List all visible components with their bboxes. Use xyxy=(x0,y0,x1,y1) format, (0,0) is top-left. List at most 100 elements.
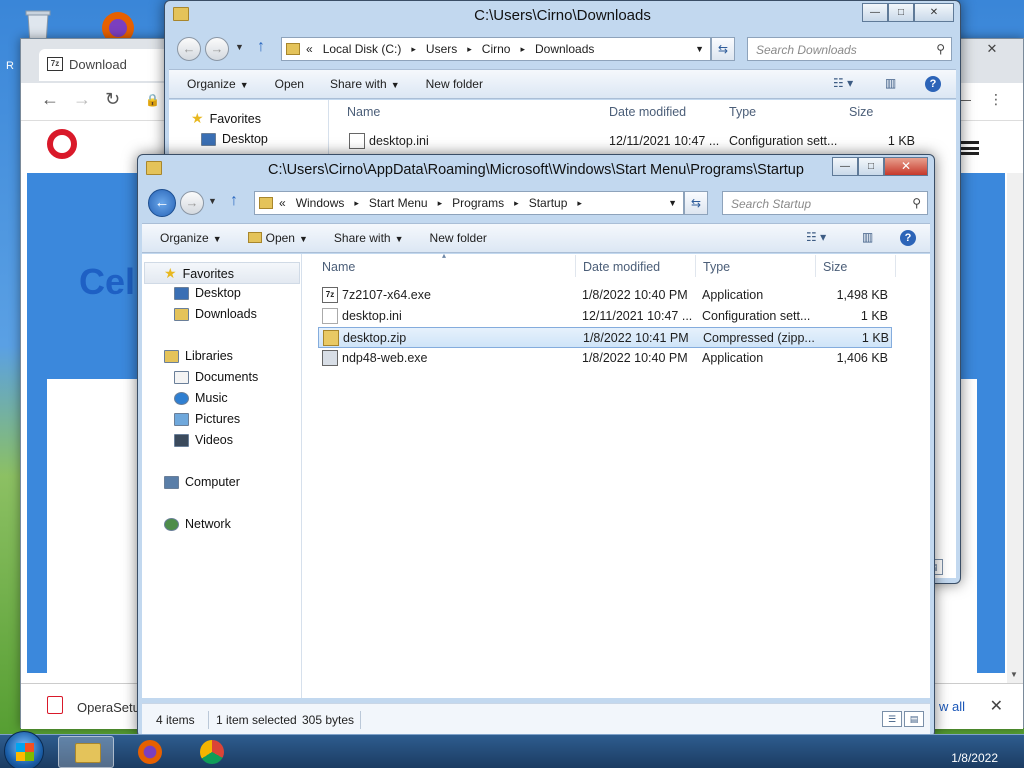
up-one-level-icon[interactable]: ↑ xyxy=(230,192,238,210)
nav-music[interactable]: Music xyxy=(174,391,228,405)
new-folder-button[interactable]: New folder xyxy=(426,77,483,91)
breadcrumb-overflow[interactable]: « xyxy=(306,42,313,56)
nav-network[interactable]: Network xyxy=(164,517,231,531)
breadcrumb-programs[interactable]: Programs xyxy=(452,196,504,210)
change-view-icon[interactable]: ☷ ▾ xyxy=(806,230,826,244)
nav-downloads[interactable]: Downloads xyxy=(174,307,257,321)
browser-tab[interactable]: 7z Download xyxy=(39,49,179,81)
address-bar[interactable]: « Local Disk (C:) ▸ Users ▸ Cirno ▸ Downloa… xyxy=(281,37,711,61)
search-box[interactable]: Search Downloads ⚲ xyxy=(747,37,952,61)
column-divider[interactable] xyxy=(895,255,896,277)
column-header-date[interactable]: Date modified xyxy=(609,105,686,119)
new-folder-button[interactable]: New folder xyxy=(430,231,487,245)
share-with-menu[interactable]: Share with ▼ xyxy=(330,77,400,91)
column-divider[interactable] xyxy=(575,255,576,277)
file-row[interactable]: 7z 7z2107-x64.exe 1/8/2022 10:40 PM Appl… xyxy=(318,285,892,306)
start-button[interactable] xyxy=(4,731,44,768)
hamburger-menu-icon[interactable] xyxy=(961,141,979,155)
pictures-icon xyxy=(174,412,189,426)
taskbar-date[interactable]: 1/8/2022 xyxy=(951,751,998,765)
nav-documents[interactable]: Documents xyxy=(174,370,258,384)
search-icon[interactable]: ⚲ xyxy=(912,196,921,210)
taskbar-firefox[interactable] xyxy=(122,736,178,768)
back-button[interactable]: ← xyxy=(177,37,201,61)
column-divider[interactable] xyxy=(695,255,696,277)
ini-file-icon xyxy=(349,133,365,149)
change-view-icon[interactable]: ☷ ▾ xyxy=(833,76,853,90)
breadcrumb-local-disk[interactable]: Local Disk (C:) xyxy=(323,42,402,56)
breadcrumb-overflow[interactable]: « xyxy=(279,196,286,210)
help-icon[interactable]: ? xyxy=(900,230,916,246)
column-divider[interactable] xyxy=(815,255,816,277)
opera-logo-icon[interactable] xyxy=(47,129,77,159)
search-icon[interactable]: ⚲ xyxy=(936,42,945,56)
up-one-level-icon[interactable]: ↑ xyxy=(257,38,265,56)
browser-scrollbar[interactable]: ▼ xyxy=(1007,173,1023,683)
column-header-name[interactable]: Name xyxy=(322,260,355,274)
forward-button[interactable]: → xyxy=(180,191,204,215)
column-header-type[interactable]: Type xyxy=(729,105,756,119)
breadcrumb-downloads[interactable]: Downloads xyxy=(535,42,594,56)
show-all-downloads-link[interactable]: w all xyxy=(939,699,965,714)
breadcrumb-windows[interactable]: Windows xyxy=(296,196,345,210)
column-header-date[interactable]: Date modified xyxy=(583,260,660,274)
file-row-selected[interactable]: desktop.zip 1/8/2022 10:41 PM Compressed… xyxy=(318,327,892,348)
minimize-button[interactable]: — xyxy=(832,157,858,176)
nav-computer[interactable]: Computer xyxy=(164,475,240,489)
browser-close-icon[interactable]: ✕ xyxy=(977,41,1007,59)
breadcrumb-startup[interactable]: Startup xyxy=(529,196,568,210)
nav-videos[interactable]: Videos xyxy=(174,433,233,447)
menu-dots-icon[interactable]: ⋮ xyxy=(989,91,1003,108)
share-with-menu[interactable]: Share with ▼ xyxy=(334,231,404,245)
organize-menu[interactable]: Organize ▼ xyxy=(160,231,222,245)
preview-pane-icon[interactable]: ▥ xyxy=(885,76,896,90)
nav-favorites[interactable]: ★ Favorites xyxy=(191,110,261,127)
nav-pictures[interactable]: Pictures xyxy=(174,412,240,426)
organize-menu[interactable]: Organize ▼ xyxy=(187,77,249,91)
column-header-size[interactable]: Size xyxy=(849,105,873,119)
address-dropdown-icon[interactable]: ▼ xyxy=(668,198,677,208)
breadcrumb-start-menu[interactable]: Start Menu xyxy=(369,196,428,210)
back-button[interactable]: ← xyxy=(148,189,176,217)
recent-pages-dropdown[interactable]: ▼ xyxy=(235,42,244,52)
breadcrumb-users[interactable]: Users xyxy=(426,42,457,56)
file-row[interactable]: desktop.ini 12/11/2021 10:47 ... Configu… xyxy=(318,306,892,327)
file-row[interactable]: desktop.ini 12/11/2021 10:47 ... Configu… xyxy=(345,131,925,152)
taskbar-chrome[interactable] xyxy=(184,736,240,768)
maximize-button[interactable]: □ xyxy=(888,3,914,22)
details-view-icon[interactable]: ☰ xyxy=(882,711,902,727)
file-row[interactable]: ndp48-web.exe 1/8/2022 10:40 PM Applicat… xyxy=(318,348,892,369)
taskbar-explorer[interactable] xyxy=(58,736,114,768)
forward-arrow-icon[interactable]: → xyxy=(73,89,91,110)
address-bar[interactable]: « Windows ▸ Start Menu ▸ Programs ▸ Startup… xyxy=(254,191,684,215)
search-box[interactable]: Search Startup ⚲ xyxy=(722,191,928,215)
help-icon[interactable]: ? xyxy=(925,76,941,92)
scroll-down-icon[interactable]: ▼ xyxy=(1010,670,1018,679)
forward-button[interactable]: → xyxy=(205,37,229,61)
preview-pane-icon[interactable]: ▥ xyxy=(862,230,873,244)
column-header-name[interactable]: Name xyxy=(347,105,380,119)
column-header-type[interactable]: Type xyxy=(703,260,730,274)
reload-icon[interactable]: ↻ xyxy=(105,89,120,110)
open-button[interactable]: Open xyxy=(275,77,304,91)
download-filename[interactable]: OperaSetu xyxy=(77,700,140,715)
recent-pages-dropdown[interactable]: ▼ xyxy=(208,196,217,206)
minimize-button[interactable]: — xyxy=(862,3,888,22)
explorer-window-startup: C:\Users\Cirno\AppData\Roaming\Microsoft… xyxy=(137,154,935,738)
maximize-button[interactable]: □ xyxy=(858,157,884,176)
back-arrow-icon[interactable]: ← xyxy=(41,89,59,110)
close-button[interactable]: ✕ xyxy=(914,3,954,22)
column-header-size[interactable]: Size xyxy=(823,260,847,274)
nav-favorites[interactable]: ★ Favorites xyxy=(164,265,234,282)
nav-desktop[interactable]: Desktop xyxy=(174,286,241,300)
close-button[interactable]: ✕ xyxy=(884,157,928,176)
open-menu[interactable]: Open ▼ xyxy=(247,231,308,245)
nav-libraries[interactable]: Libraries xyxy=(164,349,233,363)
nav-desktop[interactable]: Desktop xyxy=(201,132,268,146)
large-icons-view-icon[interactable]: ▤ xyxy=(904,711,924,727)
breadcrumb-cirno[interactable]: Cirno xyxy=(482,42,511,56)
refresh-button[interactable]: ⇆ xyxy=(684,191,708,215)
address-dropdown-icon[interactable]: ▼ xyxy=(695,44,704,54)
refresh-button[interactable]: ⇆ xyxy=(711,37,735,61)
close-download-bar-icon[interactable]: ✕ xyxy=(990,696,1003,716)
